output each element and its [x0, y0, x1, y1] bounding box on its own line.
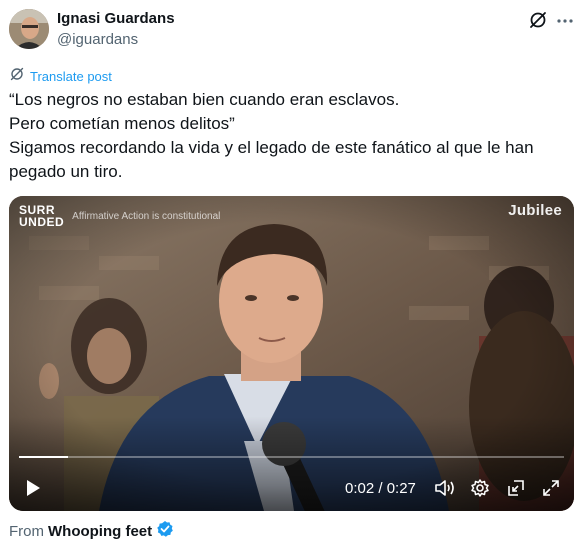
more-icon[interactable]: [556, 12, 574, 30]
tweet-line: pegado un tiro.: [9, 162, 123, 181]
video-subtitle: Affirmative Action is constitutional: [72, 210, 221, 222]
author-handle[interactable]: @iguardans: [57, 31, 138, 48]
show-logo: SURR UNDED: [19, 204, 64, 228]
translate-post-label: Translate post: [30, 68, 112, 84]
translate-post-link[interactable]: Translate post: [10, 67, 112, 86]
source-prefix: From: [9, 522, 44, 540]
grok-icon: [10, 67, 24, 86]
source-account-link[interactable]: Whooping feet: [48, 523, 152, 540]
author-name[interactable]: Ignasi Guardans: [57, 10, 175, 27]
video-source: From Whooping feet: [9, 520, 174, 542]
minimize-icon[interactable]: [504, 474, 528, 502]
fullscreen-icon[interactable]: [539, 474, 563, 502]
video-overlay-header: SURR UNDED Affirmative Action is constit…: [19, 204, 220, 228]
tweet-line: “Los negros no estaban bien cuando eran …: [9, 90, 400, 109]
video-progress-fill: [19, 456, 69, 458]
settings-icon[interactable]: [468, 474, 492, 502]
video-time: 0:02 / 0:27: [345, 480, 416, 497]
video-player[interactable]: SURR UNDED Affirmative Action is constit…: [9, 196, 574, 511]
brand-logo: Jubilee: [508, 202, 562, 219]
tweet-line: Pero cometían menos delitos”: [9, 114, 235, 133]
verified-badge-icon: [156, 520, 174, 542]
avatar[interactable]: [9, 9, 49, 49]
volume-icon[interactable]: [433, 474, 457, 502]
show-logo-line: UNDED: [19, 215, 65, 229]
tweet-line: Sigamos recordando la vida y el legado d…: [9, 138, 534, 157]
grok-icon[interactable]: [529, 11, 547, 29]
video-progress-bar[interactable]: [19, 456, 564, 458]
video-frame: [9, 196, 574, 511]
tweet-text: “Los negros no estaban bien cuando eran …: [9, 88, 569, 184]
play-icon[interactable]: [21, 474, 45, 502]
video-controls: 0:02 / 0:27: [9, 474, 574, 502]
